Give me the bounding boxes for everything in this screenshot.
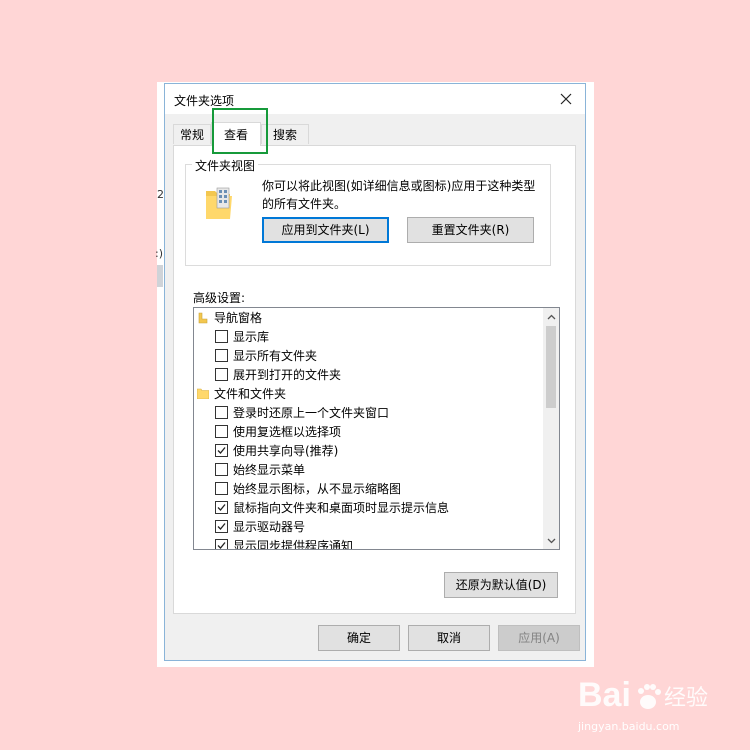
folder-options-dialog: 文件夹选项 常规 查看 搜索 文件夹视图 你可以将此视图(如详细信息或图标)应用…	[164, 83, 586, 661]
list-item[interactable]: 鼠标指向文件夹和桌面项时显示提示信息	[215, 499, 449, 518]
checkbox-checked[interactable]	[215, 501, 228, 514]
svg-text:经验: 经验	[664, 686, 708, 711]
apply-button[interactable]: 应用(A)	[498, 625, 580, 651]
list-item-label: 使用共享向导(推荐)	[233, 444, 339, 458]
chevron-down-icon	[547, 538, 555, 543]
list-item-label: 始终显示图标，从不显示缩略图	[233, 482, 402, 496]
tab-search[interactable]: 搜索	[261, 124, 309, 144]
svg-text:Bai: Bai	[578, 676, 631, 714]
background-text: :)	[155, 247, 163, 260]
advanced-settings-label: 高级设置:	[193, 291, 246, 305]
list-item[interactable]: 显示库	[215, 328, 269, 347]
chevron-up-icon	[547, 314, 555, 319]
list-item[interactable]: 显示所有文件夹	[215, 347, 317, 366]
cancel-button[interactable]: 取消	[408, 625, 490, 651]
folder-views-legend: 文件夹视图	[192, 157, 259, 174]
list-item-label: 登录时还原上一个文件夹窗口	[233, 406, 390, 420]
folder-view-icon	[206, 187, 232, 219]
checkbox[interactable]	[215, 425, 228, 438]
ok-button[interactable]: 确定	[318, 625, 400, 651]
group-files-and-folders: 文件和文件夹	[197, 385, 286, 404]
reset-folders-button[interactable]: 重置文件夹(R)	[407, 217, 534, 243]
apply-to-folders-button[interactable]: 应用到文件夹(L)	[262, 217, 389, 243]
list-item[interactable]: 使用共享向导(推荐)	[215, 442, 338, 461]
scroll-down-button[interactable]	[543, 532, 559, 549]
restore-defaults-button[interactable]: 还原为默认值(D)	[444, 572, 558, 598]
list-item[interactable]: 始终显示菜单	[215, 461, 305, 480]
list-item-label: 显示驱动器号	[233, 520, 306, 534]
list-item-label: 导航窗格	[214, 311, 263, 325]
scroll-up-button[interactable]	[543, 308, 559, 325]
navigation-pane-icon	[198, 312, 208, 323]
list-item[interactable]: 始终显示图标，从不显示缩略图	[215, 480, 401, 499]
tab-general[interactable]: 常规	[173, 124, 211, 144]
advanced-settings-list[interactable]: 导航窗格 显示库 显示所有文件夹 展开到打开的文件夹 文件和文件夹 登录时还原上…	[193, 307, 560, 550]
list-item[interactable]: 使用复选框以选择项	[215, 423, 341, 442]
list-item[interactable]: 登录时还原上一个文件夹窗口	[215, 404, 389, 423]
checkbox[interactable]	[215, 349, 228, 362]
list-item-label: 显示同步提供程序通知	[233, 539, 354, 550]
list-item-label: 鼠标指向文件夹和桌面项时显示提示信息	[233, 501, 450, 515]
scroll-thumb[interactable]	[546, 326, 556, 408]
check-icon	[217, 447, 226, 454]
checkbox[interactable]	[215, 368, 228, 381]
background-scroll-fragment	[157, 265, 163, 287]
checkbox[interactable]	[215, 482, 228, 495]
close-button[interactable]	[553, 86, 579, 112]
folder-views-description: 你可以将此视图(如详细信息或图标)应用于这种类型的所有文件夹。	[262, 179, 536, 211]
folder-icon	[197, 388, 209, 399]
checkbox[interactable]	[215, 330, 228, 343]
folder-views-group: 文件夹视图 你可以将此视图(如详细信息或图标)应用于这种类型的所有文件夹。 应用…	[185, 157, 551, 266]
view-tab-highlight-box	[212, 108, 268, 154]
checkbox-checked[interactable]	[215, 444, 228, 457]
checkbox[interactable]	[215, 463, 228, 476]
list-item-label: 显示所有文件夹	[233, 349, 318, 363]
vertical-scrollbar[interactable]	[543, 308, 559, 549]
list-item[interactable]: 展开到打开的文件夹	[215, 366, 341, 385]
list-item-label: 展开到打开的文件夹	[233, 368, 342, 382]
list-item-label: 始终显示菜单	[233, 463, 306, 477]
watermark-url: jingyan.baidu.com	[578, 720, 680, 733]
baidu-jingyan-logo: Bai 经验	[578, 676, 708, 714]
dialog-title: 文件夹选项	[174, 94, 235, 108]
group-navigation-pane: 导航窗格	[197, 309, 262, 328]
close-icon	[560, 93, 572, 105]
list-item[interactable]: 显示驱动器号	[215, 518, 305, 537]
checkbox[interactable]	[215, 406, 228, 419]
checkbox-checked[interactable]	[215, 520, 228, 533]
list-item-label: 文件和文件夹	[214, 387, 287, 401]
list-item[interactable]: 显示同步提供程序通知	[215, 537, 354, 550]
checkbox-checked[interactable]	[215, 539, 228, 549]
list-item-label: 显示库	[233, 330, 270, 344]
check-icon	[217, 504, 226, 511]
check-icon	[217, 523, 226, 530]
check-icon	[217, 542, 226, 549]
list-item-label: 使用复选框以选择项	[233, 425, 342, 439]
